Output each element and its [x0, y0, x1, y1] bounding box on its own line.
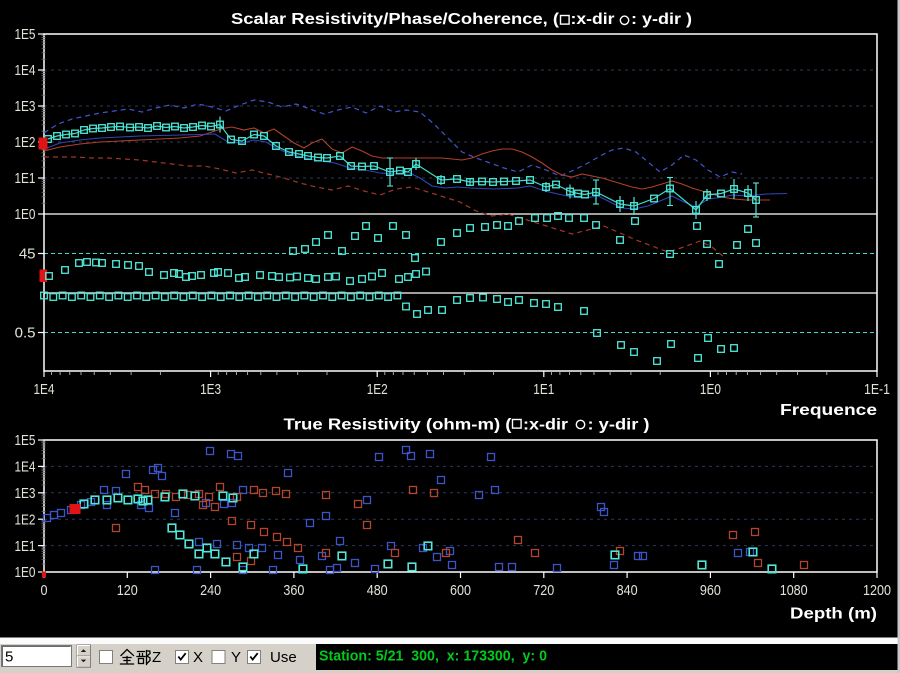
svg-text:Scalar Resistivity/Phase/Coher: Scalar Resistivity/Phase/Coherence, ( [231, 11, 560, 28]
svg-text:1080: 1080 [780, 582, 808, 599]
svg-text:240: 240 [200, 582, 221, 599]
svg-text::x-dir: :x-dir [571, 11, 615, 28]
svg-text:Y: Y [231, 649, 241, 666]
svg-text:Use: Use [270, 649, 297, 666]
svg-text:840: 840 [617, 582, 638, 599]
svg-text:120: 120 [117, 582, 138, 599]
svg-text:True Resistivity (ohm-m) (: True Resistivity (ohm-m) ( [284, 417, 513, 434]
svg-text:1E2: 1E2 [15, 511, 36, 528]
svg-text:1E3: 1E3 [200, 381, 221, 398]
svg-text:1E1: 1E1 [533, 381, 554, 398]
svg-text:X: X [193, 649, 203, 666]
svg-text:45: 45 [19, 246, 36, 263]
svg-text:1200: 1200 [863, 582, 891, 599]
svg-text:1E0: 1E0 [15, 564, 36, 581]
svg-text:1E5: 1E5 [15, 26, 36, 43]
svg-text:0: 0 [41, 582, 48, 599]
svg-text:1E-1: 1E-1 [864, 381, 890, 398]
svg-text:1E4: 1E4 [34, 381, 55, 398]
svg-text:0.5: 0.5 [15, 325, 36, 342]
svg-text:1E1: 1E1 [15, 170, 36, 187]
svg-text:Station: 5/21 300, x: 173300: Station: 5/21 300, x: 173300, y: 0 [319, 648, 547, 665]
svg-text:960: 960 [700, 582, 721, 599]
svg-text:1E3: 1E3 [15, 485, 36, 502]
svg-text:360: 360 [283, 582, 304, 599]
svg-text:1E2: 1E2 [15, 134, 36, 151]
svg-text:1E1: 1E1 [15, 538, 36, 555]
svg-text:: y-dir ): : y-dir ) [588, 417, 650, 434]
svg-text:600: 600 [450, 582, 471, 599]
svg-text:: y-dir ): : y-dir ) [631, 11, 692, 28]
svg-text:5: 5 [5, 649, 13, 666]
svg-text:1E4: 1E4 [15, 459, 36, 476]
svg-text:1E0: 1E0 [15, 206, 36, 223]
svg-text:Frequence: Frequence [780, 402, 877, 419]
svg-text:720: 720 [533, 582, 554, 599]
svg-text:480: 480 [367, 582, 388, 599]
svg-text:1E4: 1E4 [15, 62, 36, 79]
svg-text:1E5: 1E5 [15, 432, 36, 449]
svg-text:1E3: 1E3 [15, 98, 36, 115]
svg-text:1E0: 1E0 [700, 381, 721, 398]
svg-text::x-dir: :x-dir [523, 417, 568, 434]
svg-text:Z: Z [152, 649, 161, 666]
svg-text:1E2: 1E2 [367, 381, 388, 398]
svg-text:Depth (m): Depth (m) [790, 606, 877, 623]
